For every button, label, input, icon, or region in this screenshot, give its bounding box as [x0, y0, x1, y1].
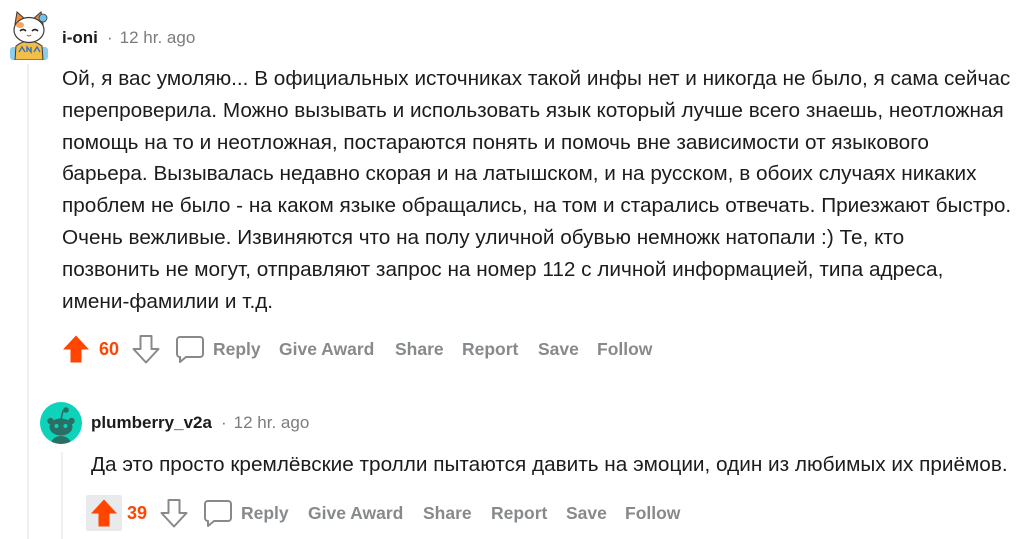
follow-button[interactable]: Follow	[625, 497, 680, 529]
comment-action-bar: 60 Reply Give Award Share Report Save Fo…	[0, 333, 700, 365]
vote-score: 39	[127, 503, 148, 523]
user-avatar-cat-icon	[10, 11, 48, 60]
report-button[interactable]: Report	[491, 497, 547, 529]
comment-body-line: перепроверила. Можно вызывать и использо…	[62, 98, 1004, 122]
reply-button[interactable]: Reply	[175, 333, 261, 365]
meta-separator: ·	[221, 413, 227, 432]
comment-action-bar: 39 Reply Give Award Share Report Save Fo…	[0, 495, 720, 531]
downvote-button[interactable]	[158, 497, 190, 529]
meta-separator: ·	[107, 28, 113, 47]
comment: i-oni · 12 hr. ago Ой, я вас умоляю... В…	[0, 0, 1020, 539]
default-snoo-avatar-icon	[40, 402, 82, 444]
comment-body-line: Да это просто кремлёвские тролли пытаютс…	[91, 453, 1008, 476]
comment-body-line: Очень вежливые. Извиняются что на полу у…	[62, 226, 905, 249]
comment-body-line: Ой, я вас умоляю... В официальных источн…	[62, 67, 1011, 90]
user-avatar[interactable]	[40, 402, 82, 444]
reply-label[interactable]: Reply	[241, 497, 289, 529]
upvote-arrow-icon	[91, 499, 117, 527]
downvote-arrow-icon	[132, 335, 160, 364]
comment-body-line: имени-фамилии и т.д.	[62, 289, 274, 313]
comment-bubble-icon	[176, 336, 204, 363]
comment-author[interactable]: plumberry_v2a	[91, 413, 212, 433]
vote-score: 60	[99, 339, 120, 359]
follow-button[interactable]: Follow	[597, 333, 652, 365]
save-button[interactable]: Save	[538, 333, 579, 365]
comment-body-line: помощь на то и неотложная, постараются п…	[62, 130, 929, 154]
comment-meta: · 12 hr. ago	[221, 413, 309, 433]
user-avatar[interactable]	[7, 10, 51, 60]
save-button[interactable]: Save	[566, 497, 607, 529]
reply-comment: plumberry_v2a · 12 hr. ago Да это просто…	[0, 390, 1020, 539]
comment-body-line: барьера. Вызывалась недавно скорая и на …	[62, 162, 977, 186]
upvote-button[interactable]	[60, 333, 92, 365]
downvote-button[interactable]	[130, 333, 162, 365]
share-button[interactable]: Share	[395, 333, 444, 365]
comment-body-line: позвонить не могут, отправляют запрос на…	[62, 257, 944, 281]
reply-button[interactable]: Reply	[203, 497, 289, 529]
give-award-button[interactable]: Give Award	[308, 497, 403, 529]
reply-label[interactable]: Reply	[213, 333, 261, 365]
share-button[interactable]: Share	[423, 497, 472, 529]
report-button[interactable]: Report	[462, 333, 518, 365]
upvote-arrow-icon	[63, 335, 89, 363]
give-award-button[interactable]: Give Award	[279, 333, 374, 365]
comment-timestamp[interactable]: 12 hr. ago	[234, 413, 310, 433]
comment-meta: · 12 hr. ago	[107, 28, 195, 48]
comment-timestamp[interactable]: 12 hr. ago	[120, 28, 196, 48]
comment-bubble-icon	[204, 500, 232, 527]
comment-body-line: проблем не было - на каком языке обращал…	[62, 194, 1012, 218]
upvote-button[interactable]	[86, 495, 122, 531]
downvote-arrow-icon	[160, 499, 188, 528]
comment-author[interactable]: i-oni	[62, 28, 98, 48]
